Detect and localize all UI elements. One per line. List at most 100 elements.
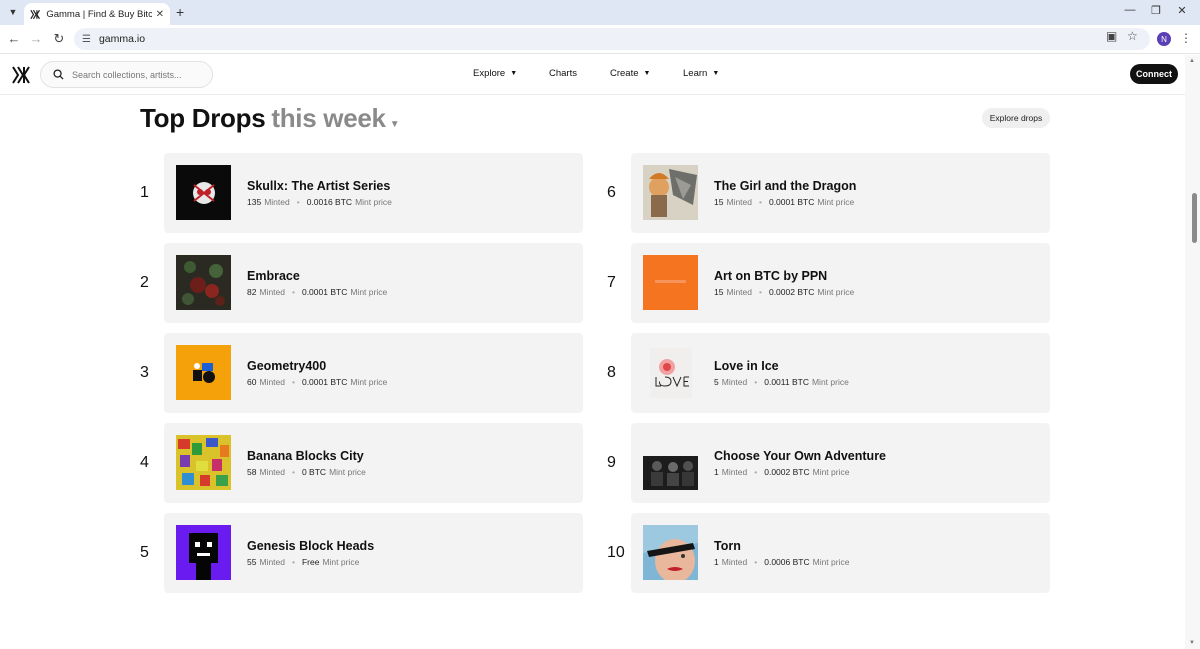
address-bar[interactable]: ☰ gamma.io [74,28,1150,50]
collection-thumbnail [643,165,698,220]
drop-card[interactable]: Geometry400 60 Minted • 0.0001 BTC Mint … [164,333,583,413]
mint-price: 0.0016 BTC [306,197,353,207]
separator-dot: • [754,557,758,567]
nav-charts[interactable]: Charts [549,68,577,79]
browser-tab[interactable]: Gamma | Find & Buy Bitcoin Or ✕ [24,3,170,25]
nav-learn[interactable]: Learn ▼ [683,68,719,79]
translate-icon[interactable]: ▣ [1106,29,1117,43]
period-selector[interactable]: this week [271,103,386,134]
minted-count: 1 [714,467,719,477]
separator-dot: • [291,557,295,567]
collection-name: Genesis Block Heads [247,539,375,553]
minted-count: 5 [714,377,719,387]
search-icon [53,69,64,80]
separator-dot: • [291,287,295,297]
browser-menu-icon[interactable]: ⋮ [1180,31,1192,45]
drop-card[interactable]: Banana Blocks City 58 Minted • 0 BTC Min… [164,423,583,503]
profile-avatar[interactable]: N [1157,32,1171,46]
collection-name: Torn [714,539,741,553]
back-arrow-icon[interactable]: ← [6,31,22,47]
minted-count: 15 [714,287,724,297]
scroll-down-icon[interactable]: ▼ [1189,640,1195,646]
mint-price: 0.0001 BTC [301,287,348,297]
drop-card[interactable]: The Girl and the Dragon 15 Minted • 0.00… [631,153,1050,233]
nav-charts-label: Charts [549,68,577,79]
mint-price: 0.0011 BTC [764,377,809,387]
collection-thumbnail [176,255,231,310]
new-tab-plus-icon[interactable]: + [176,5,184,19]
minted-label: Minted [259,377,285,387]
minimize-icon[interactable]: — [1120,4,1140,16]
chevron-down-icon[interactable]: ▼ [390,119,400,130]
minted-label: Minted [721,467,748,477]
minted-count: 60 [247,377,257,387]
gamma-logo-icon[interactable] [12,66,30,84]
minted-count: 58 [247,467,257,477]
collection-meta: 60 Minted • 0.0001 BTC Mint price [247,377,387,387]
rank-number: 10 [607,544,625,561]
nav-learn-label: Learn [683,68,708,79]
drop-card[interactable]: Torn 1 Minted • 0.0006 BTC Mint price [631,513,1050,593]
collection-name: The Girl and the Dragon [714,179,857,193]
collection-thumbnail [176,165,231,220]
search-input[interactable] [72,69,202,80]
site-info-icon[interactable]: ☰ [82,34,91,45]
drop-card[interactable]: Genesis Block Heads 55 Minted • Free Min… [164,513,583,593]
mint-price-label: Mint price [350,287,388,297]
mint-price-label: Mint price [817,197,855,207]
rank-number: 8 [607,364,616,381]
nav-create[interactable]: Create ▼ [610,68,650,79]
mint-price-label: Mint price [811,377,849,387]
separator-dot: • [296,197,300,207]
drop-card[interactable]: Love in Ice 5 Minted • 0.0011 BTC Mint p… [631,333,1050,413]
tab-list-chevron-icon[interactable]: ▼ [6,5,20,19]
drop-card[interactable]: Choose Your Own Adventure 1 Minted • 0.0… [631,423,1050,503]
nav-explore[interactable]: Explore ▼ [473,68,517,79]
drop-card[interactable]: Skullx: The Artist Series 135 Minted • 0… [164,153,583,233]
connect-button[interactable]: Connect [1130,64,1178,84]
explore-drops-button[interactable]: Explore drops [982,108,1050,128]
search-box[interactable] [40,61,213,88]
mint-price-label: Mint price [350,377,388,387]
collection-name: Art on BTC by PPN [714,269,828,283]
forward-arrow-icon[interactable]: → [28,31,44,47]
restore-icon[interactable]: ❐ [1146,4,1166,17]
minted-count: 82 [247,287,257,297]
bookmark-star-icon[interactable]: ☆ [1127,29,1138,43]
drop-card[interactable]: Embrace 82 Minted • 0.0001 BTC Mint pric… [164,243,583,323]
mint-price-label: Mint price [812,557,850,567]
separator-dot: • [758,287,762,297]
nav-create-label: Create [610,68,639,79]
rank-number: 4 [140,454,149,471]
mint-price: 0.0002 BTC [764,467,810,477]
window-close-icon[interactable]: ✕ [1172,4,1192,17]
drop-card[interactable]: Art on BTC by PPN 15 Minted • 0.0002 BTC… [631,243,1050,323]
collection-meta: 15 Minted • 0.0001 BTC Mint price [714,197,854,207]
minted-label: Minted [726,287,752,297]
gamma-favicon-icon [30,9,40,19]
page-scrollbar[interactable] [1185,55,1200,649]
collection-name: Banana Blocks City [247,449,364,463]
mint-price-label: Mint price [817,287,855,297]
rank-number: 7 [607,274,616,291]
scroll-up-icon[interactable]: ▲ [1189,58,1195,64]
reload-icon[interactable]: ↻ [51,31,67,47]
collection-thumbnail [643,255,698,310]
collection-meta: 135 Minted • 0.0016 BTC Mint price [247,197,392,207]
chevron-down-icon: ▼ [510,70,518,77]
minted-label: Minted [259,557,285,567]
separator-dot: • [754,377,758,387]
collection-thumbnail [643,345,698,400]
rank-number: 1 [140,184,149,201]
minted-count: 1 [714,557,719,567]
tab-close-icon[interactable]: ✕ [156,9,164,20]
collection-meta: 1 Minted • 0.0006 BTC Mint price [714,557,849,567]
separator-dot: • [291,377,295,387]
scrollbar-thumb[interactable] [1192,193,1197,243]
minted-count: 55 [247,557,257,567]
collection-name: Choose Your Own Adventure [714,449,887,463]
collection-thumbnail [643,525,698,580]
chevron-down-icon: ▼ [643,70,651,77]
separator-dot: • [291,467,295,477]
mint-price: 0.0001 BTC [768,197,815,207]
